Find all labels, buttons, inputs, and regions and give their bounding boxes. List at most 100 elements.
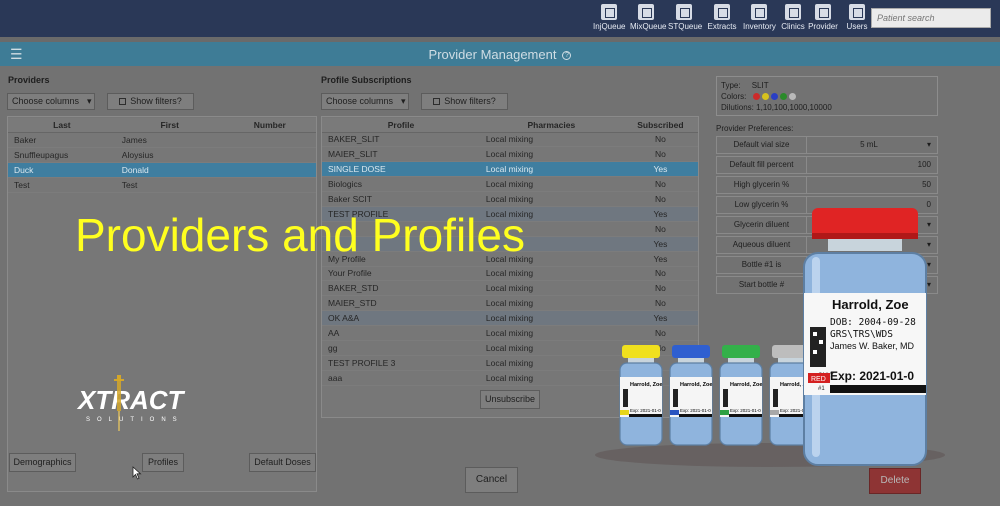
cell-profile: Biologics <box>322 176 480 193</box>
table-row[interactable]: SINGLE DOSE Local mixing Yes <box>322 161 698 178</box>
nav-item-mixqueue[interactable]: MixQueue <box>630 4 666 34</box>
preference-input[interactable]: 50 <box>807 177 931 193</box>
nav-item-injqueue[interactable]: InjQueue <box>593 4 625 34</box>
cell-profile: gg <box>322 340 480 356</box>
column-header-last[interactable]: Last <box>8 118 116 133</box>
cell-first: Aloysius <box>115 147 224 163</box>
svg-text:James W. Baker, MD: James W. Baker, MD <box>830 341 915 351</box>
table-row[interactable]: Test Test <box>8 177 316 193</box>
cell-profile: aaa <box>322 370 480 386</box>
preference-select[interactable]: 5 mL <box>807 137 931 153</box>
cell-subscribed: No <box>622 176 698 193</box>
checkbox-icon <box>119 98 127 105</box>
cell-profile: TEST PROFILE 3 <box>322 355 480 371</box>
cell-profile: Baker SCIT <box>322 191 480 207</box>
cell-number <box>223 132 316 148</box>
cell-profile: SINGLE DOSE <box>322 161 480 178</box>
vial-color-dot <box>753 93 761 100</box>
table-row[interactable]: Snuffleupagus Aloysius <box>8 147 316 163</box>
preference-label: High glycerin % <box>717 177 807 193</box>
nav-item-clinics[interactable]: Clinics <box>777 4 809 34</box>
svg-text:GRS\TRS\WDS: GRS\TRS\WDS <box>830 329 893 340</box>
svg-text:Exp: 2021-01-0: Exp: 2021-01-0 <box>630 408 661 413</box>
page-title: Provider Management? <box>0 47 1000 62</box>
table-row[interactable]: Baker James <box>8 132 316 148</box>
column-header-profile[interactable]: Profile <box>322 118 480 133</box>
help-icon[interactable]: ? <box>562 51 572 61</box>
overlay-title: Providers and Profiles <box>75 209 525 261</box>
preference-input[interactable]: 100 <box>807 157 931 173</box>
profiles-button[interactable]: Profiles <box>142 453 184 472</box>
cell-profile: BAKER_SLIT <box>322 132 480 148</box>
inventory-icon <box>751 4 767 20</box>
mouse-cursor-icon <box>132 466 142 480</box>
column-header-number[interactable]: Number <box>223 118 316 133</box>
cell-pharmacy: Local mixing <box>479 146 623 163</box>
providers-choose-columns-select[interactable]: Choose columns <box>7 93 95 110</box>
cell-profile: MAIER_STD <box>322 295 480 312</box>
cell-last: Duck <box>8 162 116 178</box>
vial-color-dot <box>771 93 779 100</box>
cell-last: Test <box>8 177 116 193</box>
cell-last: Snuffleupagus <box>8 147 116 163</box>
small-vial: Harrold, Zoe Exp: 2021-01-0 <box>669 345 713 446</box>
cell-number <box>223 147 316 163</box>
svg-text:Exp: 2021-01-0: Exp: 2021-01-0 <box>730 408 761 413</box>
column-header-subscribed[interactable]: Subscribed <box>622 118 698 133</box>
svg-text:Harrold, Zoe: Harrold, Zoe <box>730 382 762 388</box>
large-vial: ONLY #1 Harrold, Zoe DOB: 2004-09-28 GRS… <box>803 208 927 466</box>
table-row[interactable]: BAKER_SLIT Local mixing No <box>322 132 698 148</box>
demographics-button[interactable]: Demographics <box>9 453 76 472</box>
injection-queue-icon <box>601 4 617 20</box>
table-row[interactable]: MAIER_SLIT Local mixing No <box>322 146 698 163</box>
skin-test-queue-icon <box>676 4 692 20</box>
svg-text:#1: #1 <box>818 386 825 392</box>
default-doses-button[interactable]: Default Doses <box>249 453 316 472</box>
preference-row: Default vial size 5 mL <box>716 136 938 154</box>
svg-text:Harrold, Zoe: Harrold, Zoe <box>680 382 712 388</box>
cell-pharmacy: Local mixing <box>479 132 623 148</box>
svg-text:Exp: 2021-01-0: Exp: 2021-01-0 <box>680 408 711 413</box>
table-row[interactable]: Duck Donald <box>8 162 316 178</box>
cell-profile: MAIER_SLIT <box>322 146 480 163</box>
providers-show-filters-checkbox[interactable]: Show filters? <box>107 93 194 110</box>
header-bar: ☰ Provider Management? <box>0 42 1000 66</box>
cell-first: Test <box>115 177 224 193</box>
nav-item-stqueue[interactable]: STQueue <box>668 4 702 34</box>
top-navigation: InjQueue MixQueue STQueue Extracts Inventory… <box>0 0 1000 37</box>
users-icon <box>849 4 865 20</box>
preference-row: High glycerin % 50 <box>716 176 938 194</box>
preference-label: Default vial size <box>717 137 807 153</box>
cell-first: James <box>115 132 224 148</box>
svg-text:Harrold, Zoe: Harrold, Zoe <box>832 297 909 312</box>
providers-title: Providers <box>8 75 50 85</box>
delete-button[interactable]: Delete <box>869 468 921 494</box>
cell-pharmacy: Local mixing <box>479 161 623 178</box>
nav-item-provider[interactable]: Provider <box>807 4 839 34</box>
table-row[interactable]: Biologics Local mixing No <box>322 176 698 193</box>
vial-color-dot <box>762 93 770 100</box>
clinics-icon <box>785 4 801 20</box>
nav-item-extracts[interactable]: Extracts <box>706 4 738 34</box>
nav-item-inventory[interactable]: Inventory <box>743 4 776 34</box>
cancel-button[interactable]: Cancel <box>465 467 518 493</box>
subscriptions-show-filters-checkbox[interactable]: Show filters? <box>421 93 508 110</box>
cell-profile: AA <box>322 325 480 341</box>
nav-item-users[interactable]: Users <box>841 4 873 34</box>
column-header-pharmacies[interactable]: Pharmacies <box>479 118 623 133</box>
checkbox-icon <box>433 98 441 105</box>
small-vial: Harrold, Zoe Exp: 2021-01-0 <box>619 345 663 446</box>
profile-type-value: SLIT <box>751 81 769 90</box>
subscriptions-choose-columns-select[interactable]: Choose columns <box>321 93 409 110</box>
preference-label: Default fill percent <box>717 157 807 173</box>
svg-text:Harrold, Zoe: Harrold, Zoe <box>630 382 662 388</box>
provider-icon <box>815 4 831 20</box>
svg-text:Exp: 2021-01-0: Exp: 2021-01-0 <box>830 369 914 383</box>
vial-color-dot <box>780 93 788 100</box>
preference-row: Default fill percent 100 <box>716 156 938 174</box>
column-header-first[interactable]: First <box>115 118 224 133</box>
unsubscribe-button[interactable]: Unsubscribe <box>480 390 540 409</box>
cell-profile: Your Profile <box>322 266 480 282</box>
xtract-logo: XTRACT SOLUTIONS <box>78 375 184 431</box>
patient-search-input[interactable] <box>871 8 991 28</box>
